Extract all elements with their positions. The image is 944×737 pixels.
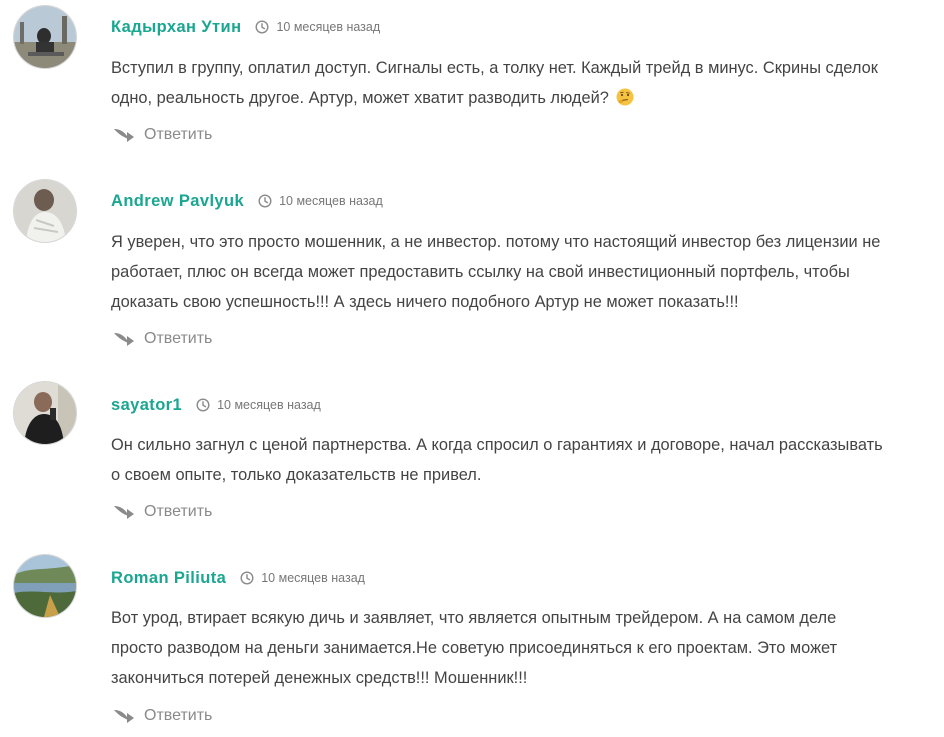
comment-author[interactable]: Andrew Pavlyuk [111, 192, 244, 211]
comment-time[interactable]: 10 месяцев назад [279, 194, 383, 208]
reply-label: Ответить [144, 126, 213, 143]
thinking-face-emoji-icon [616, 88, 634, 106]
comment-meta: Кадырхан Утин 10 месяцев назад [111, 15, 380, 39]
clock-icon [196, 398, 210, 412]
avatar[interactable] [13, 5, 77, 69]
comment-text-line: доказать свою успешность!!! А здесь ниче… [111, 293, 739, 311]
reply-button[interactable]: Ответить [113, 704, 212, 728]
comment-text-line: закончиться потерей денежных средств!!! … [111, 669, 528, 687]
comment-text-line: одно, реальность другое. Артур, может хв… [111, 83, 941, 113]
comment-time[interactable]: 10 месяцев назад [276, 20, 380, 34]
comment-text-fragment: одно, реальность другое. Артур, может хв… [111, 89, 609, 107]
reply-label: Ответить [144, 330, 213, 347]
reply-button[interactable]: Ответить [113, 327, 212, 351]
comment-text-line: работает, плюс он всегда может предостав… [111, 263, 850, 281]
clock-icon [255, 20, 269, 34]
comment-meta: sayator1 10 месяцев назад [111, 393, 321, 417]
clock-icon [240, 571, 254, 585]
comment-author[interactable]: sayator1 [111, 396, 182, 415]
comment-text-line: о своем опыте, только доказательств не п… [111, 466, 482, 484]
comment-text: Вступил в группу, оплатил доступ. Сигнал… [111, 53, 941, 113]
reply-arrow-icon [114, 129, 134, 142]
comment-time[interactable]: 10 месяцев назад [217, 398, 321, 412]
comment-text-line: Вступил в группу, оплатил доступ. Сигнал… [111, 59, 878, 77]
reply-label: Ответить [144, 707, 213, 724]
reply-button[interactable]: Ответить [113, 123, 212, 147]
comment-author[interactable]: Кадырхан Утин [111, 18, 241, 37]
comment-text: Вот урод, втирает всякую дичь и заявляет… [111, 603, 941, 693]
comment-text-line: Он сильно загнул с ценой партнерства. А … [111, 436, 883, 454]
comment-text-line: просто разводом на деньги занимается.Не … [111, 639, 838, 657]
reply-label: Ответить [144, 503, 213, 520]
comment-text: Я уверен, что это просто мошенник, а не … [111, 227, 941, 317]
avatar[interactable] [13, 179, 77, 243]
clock-icon [258, 194, 272, 208]
comment-text-line: Вот урод, втирает всякую дичь и заявляет… [111, 609, 837, 627]
comment-meta: Roman Piliuta 10 месяцев назад [111, 566, 365, 590]
reply-arrow-icon [114, 333, 134, 346]
comment-time[interactable]: 10 месяцев назад [261, 571, 365, 585]
avatar[interactable] [13, 554, 77, 618]
reply-button[interactable]: Ответить [113, 500, 212, 524]
comment-text: Он сильно загнул с ценой партнерства. А … [111, 430, 941, 490]
comment-text-line: Я уверен, что это просто мошенник, а не … [111, 233, 881, 251]
avatar[interactable] [13, 381, 77, 445]
comment-author[interactable]: Roman Piliuta [111, 569, 226, 588]
comment-meta: Andrew Pavlyuk 10 месяцев назад [111, 189, 383, 213]
reply-arrow-icon [114, 710, 134, 723]
reply-arrow-icon [114, 506, 134, 519]
